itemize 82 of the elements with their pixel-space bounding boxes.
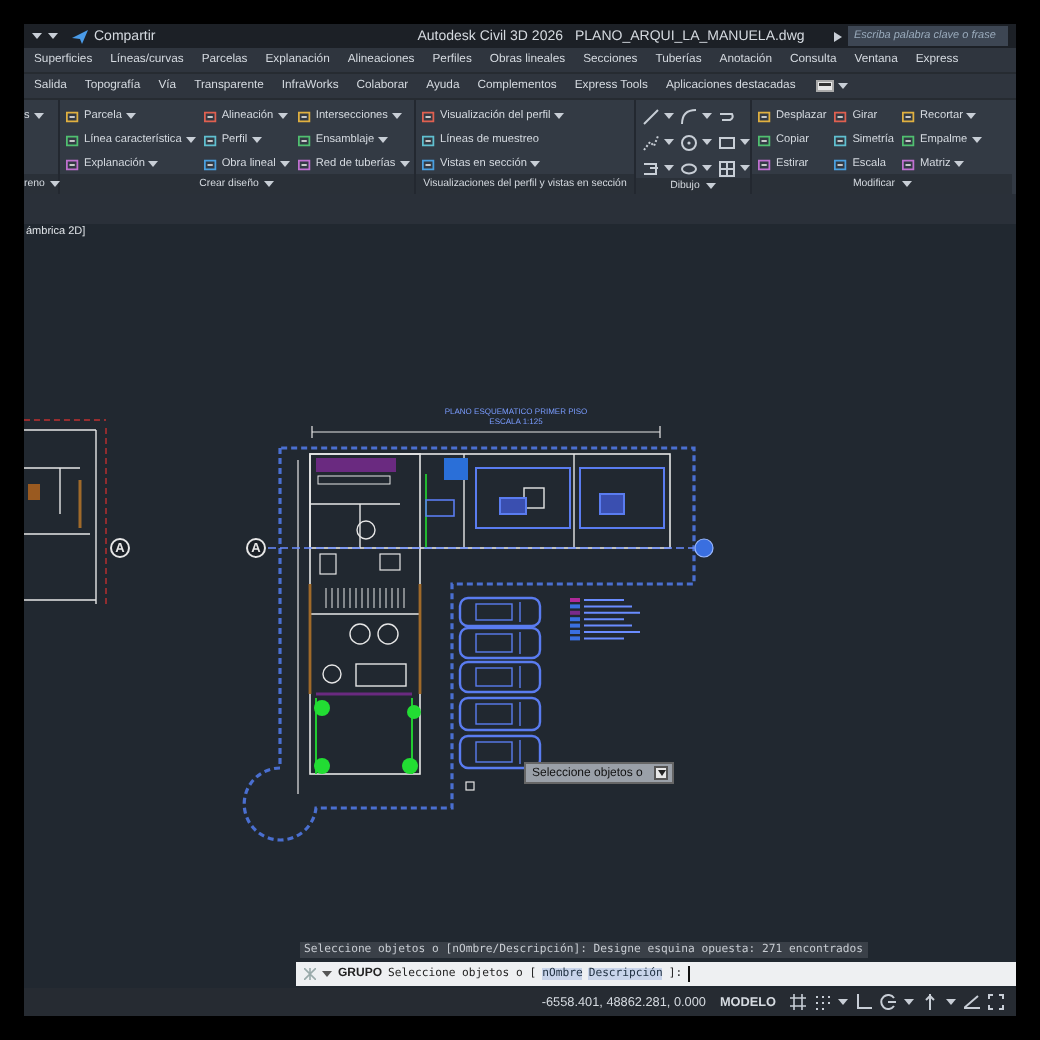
- polyline-icon: [642, 133, 660, 151]
- line-icon: [642, 107, 660, 125]
- caret-icon: [904, 998, 914, 1006]
- caret-icon: [664, 138, 674, 146]
- tool-icon: [66, 157, 80, 171]
- panel-toggle-icon[interactable]: [815, 80, 834, 92]
- tool-icon: [834, 133, 849, 147]
- caret-icon: [125, 112, 136, 120]
- tool-icon: [422, 157, 436, 171]
- caret-icon: [946, 998, 956, 1006]
- fullscreen-icon[interactable]: [988, 994, 1004, 1010]
- draw-tool-button[interactable]: [680, 132, 712, 152]
- tool-icon: [203, 133, 218, 147]
- arrow-icon: [834, 31, 842, 41]
- caret-icon: [530, 160, 541, 168]
- arc-icon: [680, 107, 698, 125]
- tool-icon: [834, 109, 849, 123]
- isodraft-icon[interactable]: [922, 994, 938, 1010]
- caret-icon: [664, 164, 674, 172]
- tool-icon: [297, 133, 312, 147]
- caret-icon: [50, 180, 61, 188]
- tool-icon: [297, 157, 312, 171]
- caret-icon: [277, 112, 288, 120]
- legend-drawing: [570, 598, 641, 641]
- tool-icon: [902, 109, 917, 123]
- block-icon: [642, 159, 660, 177]
- draw-tool-button[interactable]: [680, 106, 712, 126]
- caret-icon: [554, 112, 565, 120]
- caret-icon: [702, 138, 712, 146]
- draw-tool-button[interactable]: [718, 132, 750, 152]
- caret-icon: [391, 112, 402, 120]
- ellipse-icon: [680, 159, 698, 177]
- tool-icon: [758, 133, 772, 147]
- caret-icon: [702, 112, 712, 120]
- draw-tool-button[interactable]: [642, 132, 674, 152]
- circle-icon: [680, 133, 698, 151]
- polar-icon[interactable]: [880, 994, 896, 1010]
- arrow-icon: [657, 770, 666, 776]
- hatch-icon: [718, 159, 736, 177]
- tool-icon: [758, 157, 772, 171]
- caret-icon: [971, 136, 982, 144]
- caret-icon: [740, 164, 750, 172]
- tool-icon: [66, 133, 80, 147]
- caret-icon: [148, 160, 159, 168]
- caret-icon: [33, 112, 44, 120]
- caret-icon: [954, 160, 965, 168]
- draw-tool-button[interactable]: [718, 158, 750, 178]
- caret-icon: [399, 160, 410, 168]
- tool-icon: [422, 109, 436, 123]
- grid-icon[interactable]: [790, 994, 806, 1010]
- snap-icon[interactable]: [814, 994, 830, 1010]
- options-button[interactable]: [654, 766, 669, 780]
- tool-icon: [422, 133, 436, 147]
- draw-tool-button[interactable]: [642, 106, 674, 126]
- caret-icon: [740, 138, 750, 146]
- tool-icon: [758, 109, 772, 123]
- caret-icon: [251, 136, 262, 144]
- caret-icon: [966, 112, 977, 120]
- caret-icon: [838, 998, 848, 1006]
- tool-icon: [203, 157, 218, 171]
- tool-icon: [66, 109, 80, 123]
- tool-icon: [297, 109, 312, 123]
- caret-icon: [664, 112, 674, 120]
- tool-icon: [902, 157, 917, 171]
- caret-icon: [185, 136, 196, 144]
- angle-icon[interactable]: [964, 994, 980, 1010]
- caret-icon: [378, 136, 389, 144]
- caret-icon: [837, 82, 848, 90]
- draw-tool-button[interactable]: [642, 158, 674, 178]
- tool-icon: [834, 157, 849, 171]
- caret-icon: [279, 160, 290, 168]
- caret-icon: [264, 180, 275, 188]
- ortho-icon[interactable]: [856, 994, 872, 1010]
- tool-icon: [902, 133, 917, 147]
- caret-icon: [322, 970, 332, 979]
- tool-icon: [203, 109, 218, 123]
- curve-icon: [718, 107, 736, 125]
- rectangle-icon: [718, 133, 736, 151]
- share-icon: [72, 29, 88, 43]
- command-icon: [304, 968, 316, 981]
- draw-tool-button[interactable]: [680, 158, 712, 178]
- caret-icon: [901, 180, 912, 188]
